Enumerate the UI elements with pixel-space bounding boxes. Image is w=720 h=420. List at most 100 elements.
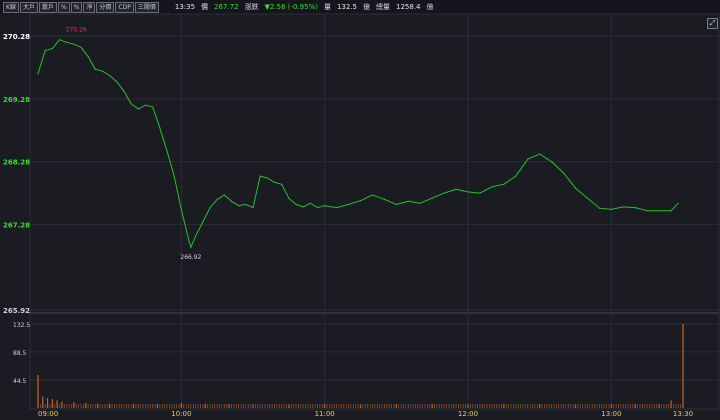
price-point — [266, 177, 268, 179]
volume-bar — [357, 404, 359, 408]
volume-bar — [329, 404, 330, 408]
volume-bar — [54, 404, 56, 408]
volume-bar — [493, 404, 495, 408]
volume-bar — [176, 404, 177, 408]
price-point — [37, 73, 39, 75]
volume-bar — [515, 404, 517, 408]
volume-bar — [247, 404, 249, 408]
volume-bar — [376, 404, 378, 408]
volume-bar — [140, 404, 142, 408]
volume-bar — [658, 404, 660, 408]
volume-bar — [589, 404, 591, 408]
volume-bar — [219, 404, 220, 408]
volume-bar — [164, 404, 166, 408]
volume-bar — [477, 404, 478, 408]
price-point — [551, 161, 553, 163]
volume-bar — [51, 404, 53, 408]
volume-bar — [92, 404, 94, 408]
volume-bar — [637, 404, 639, 408]
volume-bar — [188, 404, 189, 408]
volume-bar — [321, 404, 323, 408]
price-point — [101, 70, 104, 72]
volume-bar — [166, 404, 168, 408]
volume-bar — [560, 404, 562, 408]
volume-bar — [651, 404, 653, 408]
volume-bar — [61, 404, 63, 408]
price-point — [316, 206, 319, 209]
price-point — [670, 210, 672, 212]
price-point — [479, 192, 481, 194]
volume-bar — [579, 404, 581, 408]
volume-bar — [472, 404, 474, 408]
price-point — [515, 175, 517, 177]
volume-bar — [44, 404, 46, 408]
volume-bar — [431, 404, 433, 408]
price-point — [503, 183, 505, 185]
volume-bar — [56, 404, 58, 408]
volume-bar — [388, 404, 390, 408]
volume-bar — [171, 404, 173, 408]
volume-bar — [300, 404, 302, 408]
volume-bar — [474, 404, 476, 408]
volume-bar — [360, 404, 361, 408]
price-point — [159, 127, 161, 129]
volume-bar — [598, 404, 600, 408]
volume-bar — [653, 404, 655, 408]
volume-bar — [283, 404, 285, 408]
price-point — [309, 202, 311, 204]
price-point — [152, 106, 154, 108]
volume-bar — [307, 404, 309, 408]
volume-bar — [383, 404, 385, 408]
volume-bar — [582, 404, 584, 408]
volume-bar — [505, 404, 507, 408]
time-tick-label: 13:30 — [673, 410, 693, 418]
volume-bar — [484, 404, 486, 408]
volume-bar — [274, 404, 275, 408]
volume-bar — [601, 404, 603, 408]
volume-bar — [266, 404, 268, 408]
volume-bar — [47, 404, 48, 408]
volume-bar — [467, 404, 469, 408]
volume-bar — [673, 404, 674, 408]
volume-bar — [391, 404, 392, 408]
volume-bar — [453, 404, 455, 408]
volume-bar — [154, 404, 156, 408]
volume-bar — [180, 404, 182, 408]
volume-bar — [142, 404, 144, 408]
low-price-label: 266.92 — [180, 254, 201, 261]
volume-bar — [231, 404, 232, 408]
volume-bar — [587, 404, 588, 408]
price-tick-label: 269.28 — [3, 96, 30, 104]
volume-bar — [78, 404, 80, 408]
volume-bar — [682, 324, 684, 408]
volume-bar — [486, 404, 488, 408]
volume-bar — [207, 404, 209, 408]
volume-bar — [202, 404, 204, 408]
time-tick-label: 12:00 — [458, 410, 478, 418]
price-point — [245, 203, 247, 206]
price-tick-label: 270.28 — [3, 33, 30, 41]
volume-bar — [448, 404, 450, 408]
time-tick-label: 11:00 — [315, 410, 335, 418]
volume-bar — [398, 404, 400, 408]
volume-bar — [49, 404, 51, 408]
price-point — [195, 235, 197, 237]
volume-bar — [584, 404, 586, 408]
volume-bar — [369, 404, 371, 408]
volume-bar — [381, 404, 383, 408]
price-point — [180, 208, 182, 211]
price-point — [190, 246, 192, 248]
volume-bar — [214, 404, 216, 408]
volume-bar — [634, 404, 636, 408]
volume-bar — [393, 404, 395, 408]
price-point — [80, 46, 82, 48]
price-point — [443, 192, 445, 194]
price-point — [359, 200, 362, 202]
price-point — [173, 175, 175, 177]
volume-bar — [548, 404, 550, 408]
volume-bar — [190, 404, 192, 408]
volume-bar — [159, 404, 161, 408]
volume-bar — [264, 404, 266, 408]
price-point — [324, 205, 326, 207]
expand-icon[interactable]: ⤢ — [707, 18, 718, 29]
